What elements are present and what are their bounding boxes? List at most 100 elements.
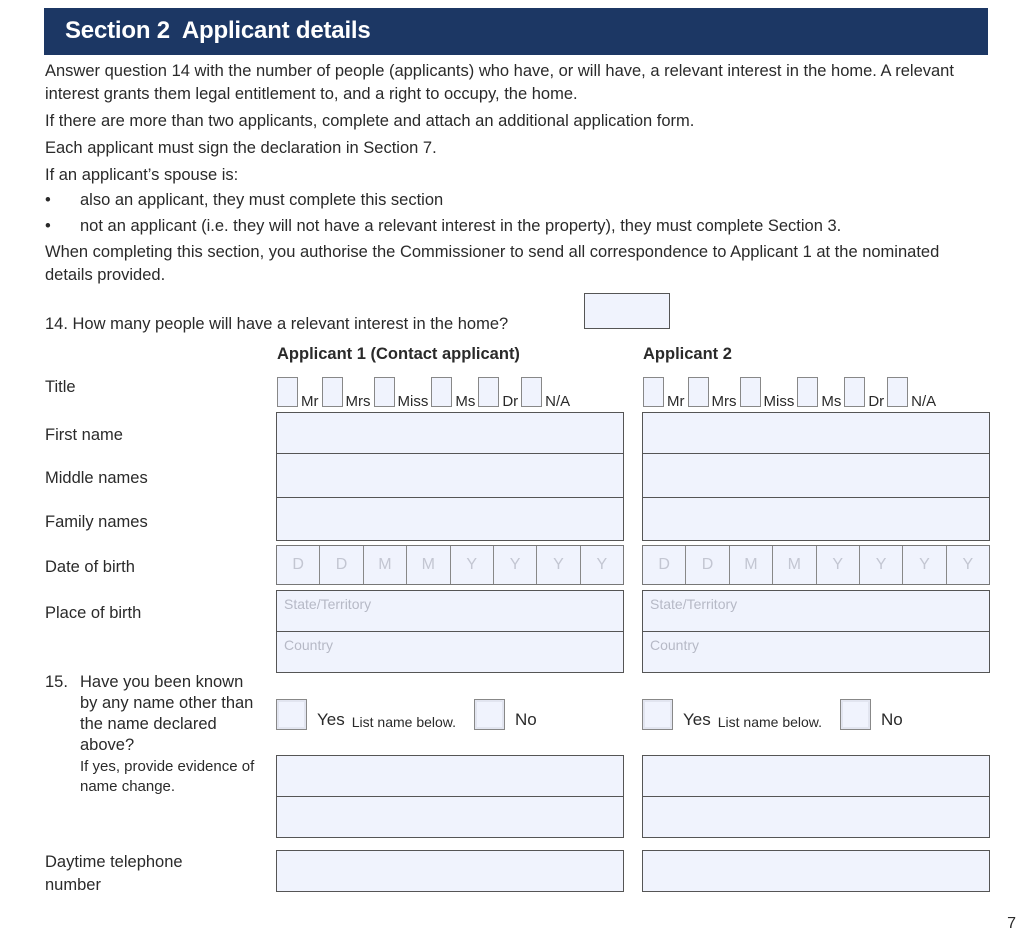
applicant1-dob-input[interactable]: D D M M Y Y Y Y xyxy=(276,545,624,585)
dob-month-digit[interactable]: M xyxy=(364,546,408,584)
bullet-item: • also an applicant, they must complete t… xyxy=(45,189,990,212)
q15-number: 15. xyxy=(45,673,68,691)
title-option-na[interactable]: N/A xyxy=(521,377,573,409)
dob-year-digit[interactable]: Y xyxy=(537,546,581,584)
yes-checkbox[interactable] xyxy=(642,699,673,730)
family-names-label: Family names xyxy=(45,513,148,531)
title-option-miss[interactable]: Miss xyxy=(739,377,798,409)
dob-year-digit[interactable]: Y xyxy=(494,546,538,584)
no-label: No xyxy=(881,710,903,729)
title-option-ms[interactable]: Ms xyxy=(431,377,478,410)
applicant1-family-names-input[interactable] xyxy=(276,498,624,541)
dob-month-digit[interactable]: M xyxy=(407,546,451,584)
dob-day-digit[interactable]: D xyxy=(320,546,364,584)
applicant2-title-options: Mr Mrs Miss Ms Dr N/A xyxy=(643,377,939,410)
no-label: No xyxy=(515,710,537,729)
option-label: Dr xyxy=(868,393,885,410)
dob-day-digit[interactable]: D xyxy=(277,546,321,584)
checkbox[interactable] xyxy=(431,377,453,407)
applicant1-first-name-input[interactable] xyxy=(276,412,624,454)
option-label: Miss xyxy=(397,393,429,410)
applicant1-title-options: Mr Mrs Miss Ms Dr N/A xyxy=(277,377,573,410)
option-label: Ms xyxy=(455,393,476,410)
dob-day-digit[interactable]: D xyxy=(686,546,730,584)
checkbox[interactable] xyxy=(887,377,909,407)
intro-paragraph: Each applicant must sign the declaration… xyxy=(45,139,437,157)
option-label: Mrs xyxy=(345,393,371,410)
checkbox[interactable] xyxy=(739,377,761,407)
intro-paragraph: If an applicant’s spouse is: xyxy=(45,166,239,184)
checkbox[interactable] xyxy=(643,377,664,407)
bullet-text: not an applicant (i.e. they will not hav… xyxy=(80,217,842,235)
title-option-dr[interactable]: Dr xyxy=(844,377,887,410)
checkbox[interactable] xyxy=(687,377,709,407)
title-option-na[interactable]: N/A xyxy=(887,377,939,410)
applicant2-phone-input[interactable] xyxy=(642,850,990,892)
title-option-mr[interactable]: Mr xyxy=(277,377,322,410)
no-checkbox[interactable] xyxy=(840,699,872,730)
dob-year-digit[interactable]: Y xyxy=(817,546,860,584)
bullet-icon: • xyxy=(45,191,51,209)
checkbox[interactable] xyxy=(797,377,819,407)
placeholder: Country xyxy=(284,637,334,653)
spouse-bullets: • also an applicant, they must complete t… xyxy=(45,189,990,238)
title-option-mrs[interactable]: Mrs xyxy=(687,377,740,409)
checkbox[interactable] xyxy=(277,377,298,407)
applicant2-pob-state-input[interactable]: State/Territory xyxy=(642,590,990,632)
checkbox[interactable] xyxy=(373,377,395,407)
checkbox[interactable] xyxy=(521,377,543,407)
applicant1-phone-input[interactable] xyxy=(276,850,624,892)
applicant2-other-name-input[interactable] xyxy=(642,755,990,797)
applicant2-first-name-input[interactable] xyxy=(642,412,990,454)
bullet-icon: • xyxy=(45,217,51,235)
title-option-dr[interactable]: Dr xyxy=(478,377,521,410)
title-option-mr[interactable]: Mr xyxy=(643,377,688,410)
option-label: Dr xyxy=(502,393,519,410)
dob-year-digit[interactable]: Y xyxy=(903,546,947,584)
intro-paragraph: When completing this section, you author… xyxy=(45,243,940,284)
checkbox[interactable] xyxy=(844,377,866,407)
first-name-label: First name xyxy=(45,426,123,444)
applicant2-name-fields xyxy=(642,412,990,541)
no-checkbox[interactable] xyxy=(474,699,506,730)
option-label: Mr xyxy=(301,393,319,410)
applicant1-name-fields xyxy=(276,412,624,541)
q14-count-input[interactable] xyxy=(584,293,670,329)
applicant2-pob-country-input[interactable]: Country xyxy=(642,632,990,673)
applicant1-pob-state-input[interactable]: State/Territory xyxy=(276,590,624,632)
option-label: Mr xyxy=(667,393,685,410)
applicant2-heading: Applicant 2 xyxy=(643,345,732,363)
placeholder: State/Territory xyxy=(284,596,372,612)
applicant1-pob-country-input[interactable]: Country xyxy=(276,632,624,673)
dob-year-digit[interactable]: Y xyxy=(860,546,904,584)
title-option-miss[interactable]: Miss xyxy=(373,377,432,410)
applicant1-q15-options: Yes List name below. No xyxy=(276,699,537,730)
intro-paragraph: Answer question 14 with the number of pe… xyxy=(45,62,954,103)
section-name: Applicant details xyxy=(181,17,371,44)
checkbox[interactable] xyxy=(478,377,500,407)
dob-day-digit[interactable]: D xyxy=(643,546,687,584)
title-option-mrs[interactable]: Mrs xyxy=(321,377,374,410)
option-label: N/A xyxy=(911,393,937,410)
applicant1-middle-names-input[interactable] xyxy=(276,454,624,498)
applicant2-family-names-input[interactable] xyxy=(642,498,990,541)
applicant2-middle-names-input[interactable] xyxy=(642,454,990,498)
checkbox[interactable] xyxy=(321,377,343,407)
applicant2-other-name-input[interactable] xyxy=(642,797,990,838)
dob-year-digit[interactable]: Y xyxy=(947,546,989,584)
dob-year-digit[interactable]: Y xyxy=(451,546,494,584)
applicant1-other-name-input[interactable] xyxy=(276,755,624,797)
applicant2-other-names xyxy=(642,755,990,838)
dob-month-digit[interactable]: M xyxy=(730,546,774,584)
yes-checkbox[interactable] xyxy=(276,699,307,730)
page-number: 7 xyxy=(1007,915,1016,932)
title-label: Title xyxy=(45,378,76,396)
title-option-ms[interactable]: Ms xyxy=(797,377,844,409)
section-number: Section 2 xyxy=(65,17,170,44)
middle-names-label: Middle names xyxy=(45,469,148,487)
placeholder: Country xyxy=(650,637,700,653)
applicant1-other-name-input[interactable] xyxy=(276,797,624,838)
dob-month-digit[interactable]: M xyxy=(773,546,817,584)
dob-year-digit[interactable]: Y xyxy=(581,546,623,584)
applicant2-dob-input[interactable]: D D M M Y Y Y Y xyxy=(642,545,990,585)
